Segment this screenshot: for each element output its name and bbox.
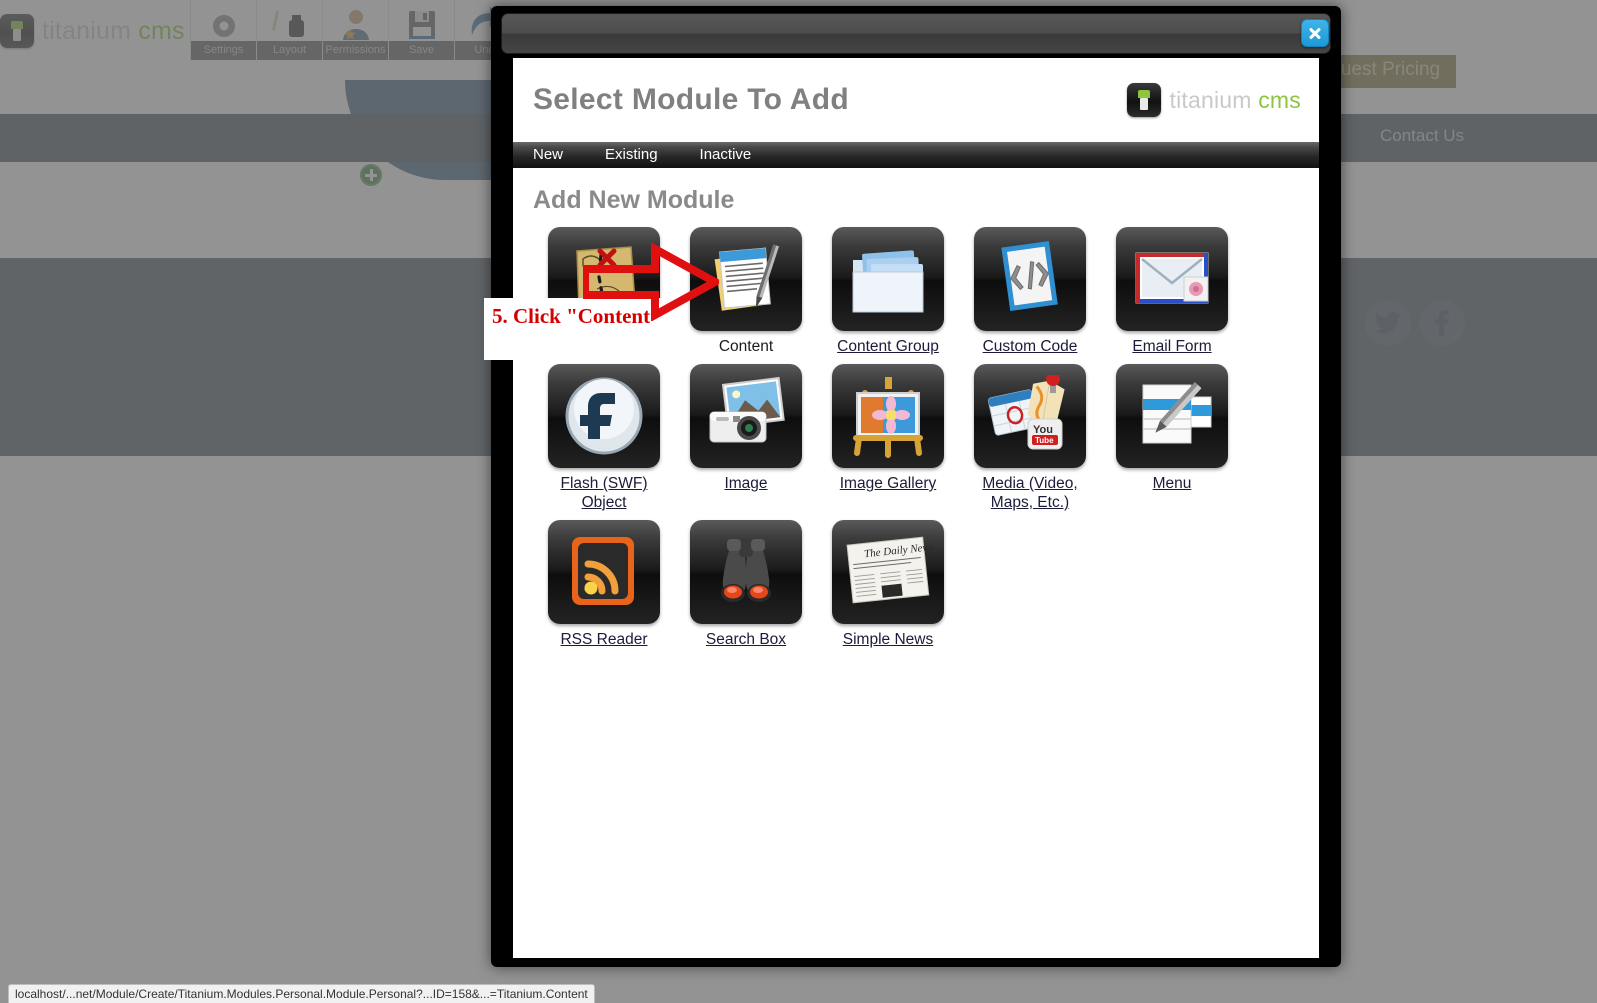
section-title: Add New Module xyxy=(533,186,735,214)
easel-picture-icon xyxy=(832,364,944,468)
module-tile-image[interactable]: Image xyxy=(675,364,817,512)
modal-tab-bar: New Existing Inactive xyxy=(513,142,1319,168)
tab-new[interactable]: New xyxy=(533,142,583,168)
titanium-logo-mark xyxy=(1126,83,1161,117)
module-label: Simple News xyxy=(842,631,934,648)
modal-title-bar xyxy=(501,13,1331,54)
module-label: Content xyxy=(718,338,774,355)
module-tile-flash-swf-object[interactable]: Flash (SWF) Object xyxy=(533,364,675,512)
envelope-stamp-icon xyxy=(1116,227,1228,331)
module-tile-search-box[interactable]: Search Box xyxy=(675,520,817,649)
code-document-icon xyxy=(974,227,1086,331)
module-label: Image xyxy=(724,475,768,492)
module-tile-rss-reader[interactable]: RSS Reader xyxy=(533,520,675,649)
close-icon[interactable] xyxy=(1301,19,1329,47)
flash-logo-icon xyxy=(548,364,660,468)
module-label: Search Box xyxy=(705,631,787,648)
annotation-text: 5. Click "Content" xyxy=(492,304,662,328)
modal-body: Select Module To Add titanium cms New Ex… xyxy=(513,58,1319,958)
titanium-logo-text: titanium cms xyxy=(1170,87,1302,114)
module-tile-image-gallery[interactable]: Image Gallery xyxy=(817,364,959,512)
camera-photo-icon xyxy=(690,364,802,468)
module-tile-media[interactable]: You Tube Media (Video, Maps, Etc.) xyxy=(959,364,1101,512)
module-tile-menu[interactable]: Menu xyxy=(1101,364,1243,512)
binoculars-icon xyxy=(690,520,802,624)
newspaper-icon: The Daily News xyxy=(832,520,944,624)
module-label: Media (Video, Maps, Etc.) xyxy=(982,475,1078,511)
tab-existing[interactable]: Existing xyxy=(605,142,678,168)
modal-header: Select Module To Add titanium cms xyxy=(513,58,1319,142)
annotation-callout: 5. Click "Content" xyxy=(484,298,680,360)
browser-status-bar: localhost/...net/Module/Create/Titanium.… xyxy=(8,984,595,1003)
logo-word-titanium: titanium xyxy=(1169,86,1252,113)
module-label: Menu xyxy=(1152,475,1192,492)
module-grid: Content Content Group Custom Code Email … xyxy=(533,227,1299,649)
tab-inactive[interactable]: Inactive xyxy=(700,142,772,168)
svg-text:You: You xyxy=(1033,424,1053,436)
module-label: Email Form xyxy=(1132,338,1212,355)
module-label: RSS Reader xyxy=(560,631,648,648)
module-tile-custom-code[interactable]: Custom Code xyxy=(959,227,1101,356)
page-title: Select Module To Add xyxy=(533,83,850,116)
menu-pencil-icon xyxy=(1116,364,1228,468)
module-label: Flash (SWF) Object xyxy=(560,475,648,511)
content-note-pen-icon xyxy=(690,227,802,331)
module-label: Custom Code xyxy=(982,338,1078,355)
folder-files-icon xyxy=(832,227,944,331)
screen: titanium cms Settings Layout Permissions xyxy=(0,0,1597,1003)
rss-feed-icon xyxy=(548,520,660,624)
module-tile-content-group[interactable]: Content Group xyxy=(817,227,959,356)
module-label: Image Gallery xyxy=(839,475,937,492)
logo-word-cms: cms xyxy=(1258,86,1301,113)
svg-text:Tube: Tube xyxy=(1035,436,1054,445)
module-tile-simple-news[interactable]: The Daily News Simple News xyxy=(817,520,959,649)
module-tile-email-form[interactable]: Email Form xyxy=(1101,227,1243,356)
add-new-module-section: Add New Module Content Content Group Cus… xyxy=(513,168,1319,649)
module-label: Content Group xyxy=(837,338,939,355)
select-module-modal: Select Module To Add titanium cms New Ex… xyxy=(491,6,1341,967)
modal-brand-logo: titanium cms xyxy=(1126,83,1302,117)
media-youtube-map-icon: You Tube xyxy=(974,364,1086,468)
module-tile-content[interactable]: Content xyxy=(675,227,817,356)
